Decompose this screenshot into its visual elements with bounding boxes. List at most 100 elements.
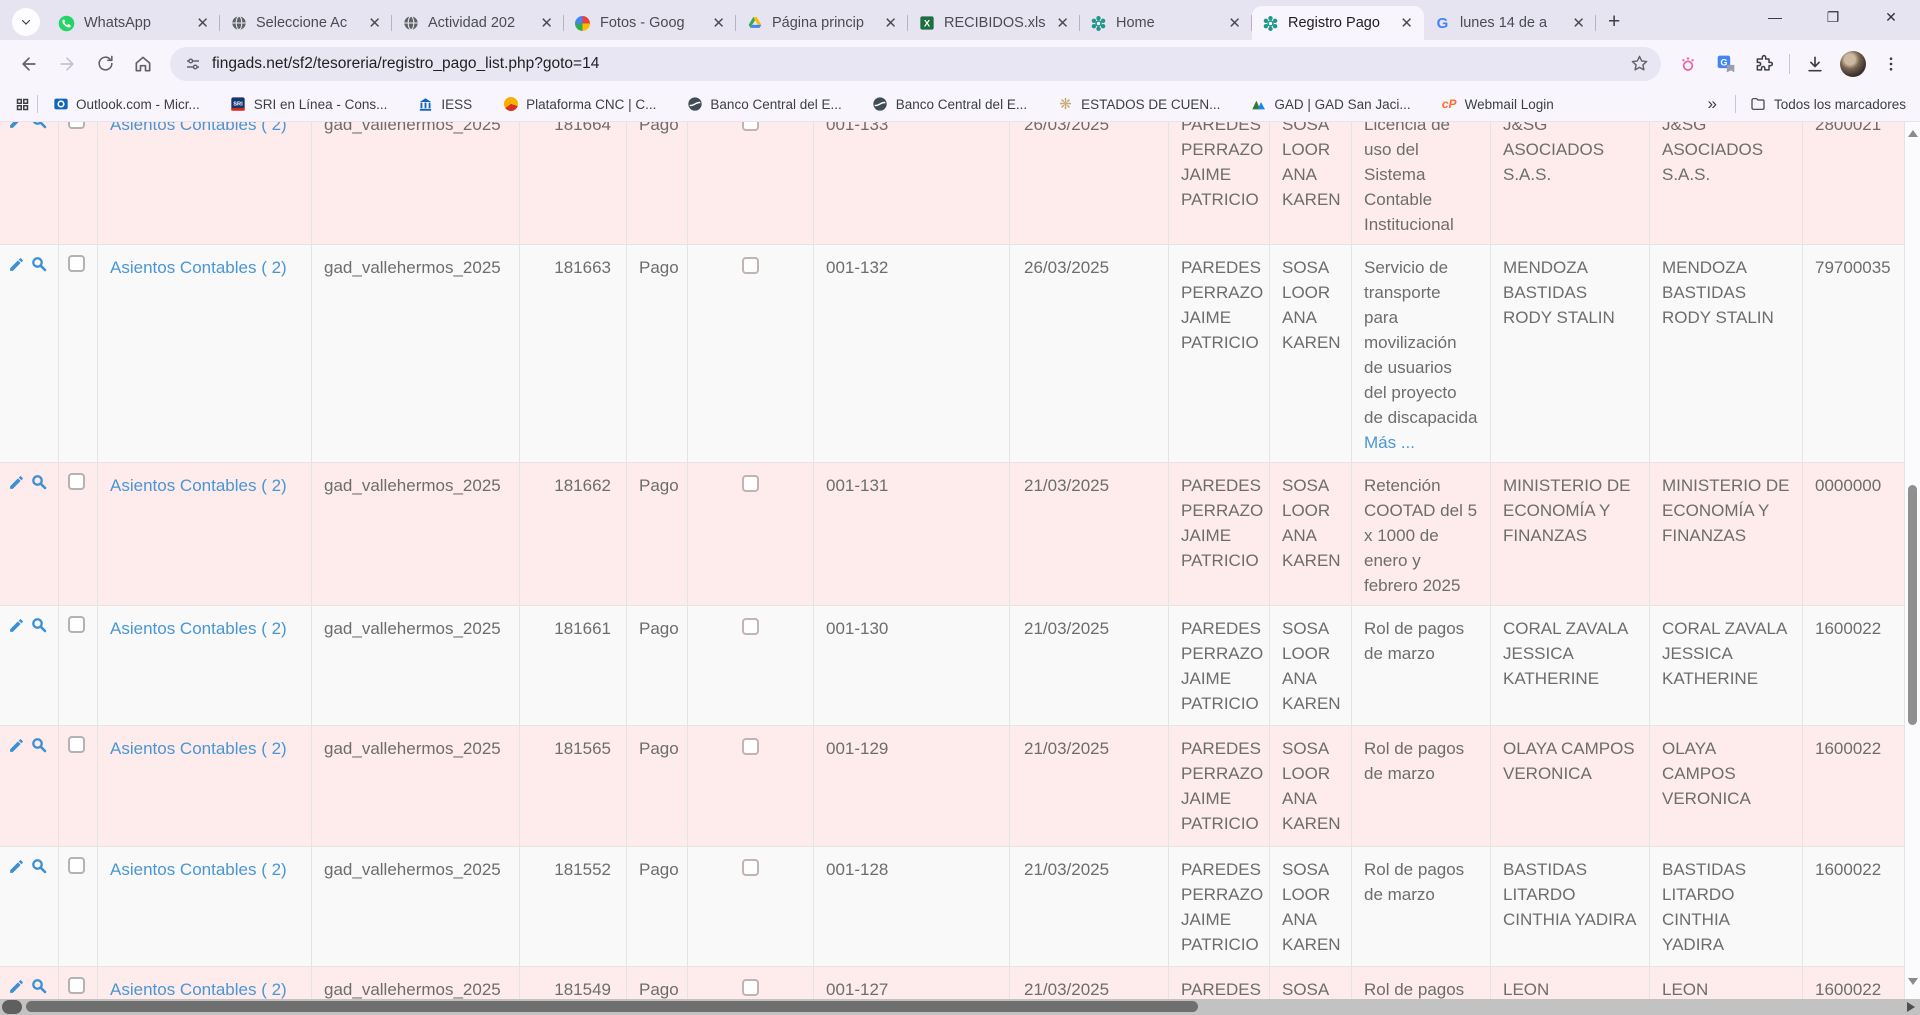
bookmark-webmail[interactable]: cP Webmail Login xyxy=(1441,96,1554,113)
bookmark-gad[interactable]: GAD | GAD San Jaci... xyxy=(1250,96,1410,113)
row-checkbox[interactable] xyxy=(68,736,85,753)
scroll-up-arrow-icon[interactable] xyxy=(1908,130,1918,137)
tab-close-icon[interactable]: ✕ xyxy=(193,15,212,32)
asientos-contables-link[interactable]: Asientos Contables ( 2) xyxy=(110,980,287,999)
view-magnifier-icon[interactable] xyxy=(30,255,48,273)
edit-pencil-icon[interactable] xyxy=(8,122,25,130)
edit-pencil-icon[interactable] xyxy=(8,474,25,491)
new-tab-button[interactable]: + xyxy=(1596,10,1632,40)
flag-checkbox[interactable] xyxy=(742,257,759,274)
flag-checkbox[interactable] xyxy=(742,618,759,635)
extensions-puzzle-icon[interactable] xyxy=(1745,45,1783,83)
row-checkbox[interactable] xyxy=(68,122,85,129)
tab-registro-pago-active[interactable]: Registro Pago ✕ xyxy=(1252,6,1424,40)
scroll-left-arrow-icon[interactable] xyxy=(2,1000,22,1014)
row-checkbox[interactable] xyxy=(68,616,85,633)
tab-close-icon[interactable]: ✕ xyxy=(365,15,384,32)
company-cell: gad_vallehermos_2025 xyxy=(324,736,507,761)
all-bookmarks-button[interactable]: Todos los marcadores xyxy=(1750,96,1906,113)
bookmark-banco-central-2[interactable]: Banco Central del E... xyxy=(872,96,1027,113)
view-magnifier-icon[interactable] xyxy=(30,857,48,875)
tab-search-button[interactable] xyxy=(12,8,40,36)
horizontal-scrollbar-thumb[interactable] xyxy=(26,1001,1198,1012)
apps-grid-icon[interactable] xyxy=(14,96,31,113)
tab-close-icon[interactable]: ✕ xyxy=(881,15,900,32)
flag-checkbox[interactable] xyxy=(742,859,759,876)
asientos-contables-link[interactable]: Asientos Contables ( 2) xyxy=(110,739,287,758)
tab-lunes[interactable]: G lunes 14 de a ✕ xyxy=(1424,6,1596,40)
cpanel-icon: cP xyxy=(1441,96,1458,113)
close-window-button[interactable]: ✕ xyxy=(1862,0,1920,34)
tab-close-icon[interactable]: ✕ xyxy=(1397,15,1416,32)
horizontal-scrollbar[interactable] xyxy=(0,999,1920,1015)
tab-seleccione[interactable]: Seleccione Ac ✕ xyxy=(220,6,392,40)
view-magnifier-icon[interactable] xyxy=(30,736,48,754)
tab-close-icon[interactable]: ✕ xyxy=(709,15,728,32)
recibo-cell: 001-129 xyxy=(826,736,997,761)
home-button[interactable] xyxy=(124,45,162,83)
address-bar[interactable]: fingads.net/sf2/tesoreria/registro_pago_… xyxy=(170,47,1661,81)
row-checkbox[interactable] xyxy=(68,255,85,272)
bookmarks-divider xyxy=(37,95,38,113)
pink-extension-icon[interactable] xyxy=(1669,45,1707,83)
minimize-button[interactable]: — xyxy=(1746,0,1804,34)
view-magnifier-icon[interactable] xyxy=(30,616,48,634)
menu-kebab-icon[interactable] xyxy=(1872,45,1910,83)
tab-recibidos[interactable]: X RECIBIDOS.xls ✕ xyxy=(908,6,1080,40)
descripcion-cell: Rol de pagos xyxy=(1364,977,1478,999)
view-magnifier-icon[interactable] xyxy=(30,977,48,995)
site-info-icon[interactable] xyxy=(184,55,202,73)
tab-actividad[interactable]: Actividad 202 ✕ xyxy=(392,6,564,40)
edit-pencil-icon[interactable] xyxy=(8,737,25,754)
maximize-button[interactable]: ❐ xyxy=(1804,0,1862,34)
view-magnifier-icon[interactable] xyxy=(30,122,48,130)
edit-pencil-icon[interactable] xyxy=(8,617,25,634)
table-row: Asientos Contables ( 2) gad_vallehermos_… xyxy=(0,463,1905,606)
tab-close-icon[interactable]: ✕ xyxy=(537,15,556,32)
bookmarks-overflow-chevron[interactable]: » xyxy=(1707,94,1716,114)
tab-pagina-principal[interactable]: Página princip ✕ xyxy=(736,6,908,40)
profile-avatar[interactable] xyxy=(1834,45,1872,83)
asientos-contables-link[interactable]: Asientos Contables ( 2) xyxy=(110,619,287,638)
bookmark-star-icon[interactable] xyxy=(1630,54,1649,73)
svg-text:X: X xyxy=(923,18,930,28)
forward-button[interactable] xyxy=(48,45,86,83)
row-checkbox[interactable] xyxy=(68,977,85,994)
reload-button[interactable] xyxy=(86,45,124,83)
view-magnifier-icon[interactable] xyxy=(30,473,48,491)
flag-checkbox[interactable] xyxy=(742,475,759,492)
bookmark-outlook[interactable]: Outlook.com - Micr... xyxy=(52,96,200,113)
bookmark-sri[interactable]: SRI SRI en Línea - Cons... xyxy=(230,96,388,113)
bookmark-banco-central-1[interactable]: Banco Central del E... xyxy=(686,96,841,113)
tab-fotos[interactable]: Fotos - Goog ✕ xyxy=(564,6,736,40)
downloads-icon[interactable] xyxy=(1796,45,1834,83)
back-button[interactable] xyxy=(10,45,48,83)
scroll-right-arrow-icon[interactable] xyxy=(1907,1002,1915,1012)
edit-pencil-icon[interactable] xyxy=(8,978,25,995)
translate-icon[interactable]: G xyxy=(1707,45,1745,83)
tab-close-icon[interactable]: ✕ xyxy=(1569,15,1588,32)
flag-checkbox[interactable] xyxy=(742,738,759,755)
flag-checkbox[interactable] xyxy=(742,979,759,996)
vertical-scrollbar[interactable] xyxy=(1905,122,1920,999)
url-text[interactable]: fingads.net/sf2/tesoreria/registro_pago_… xyxy=(212,55,1630,73)
mas-link[interactable]: Más ... xyxy=(1364,433,1415,452)
bookmark-estados-cuenta[interactable]: ❋ ESTADOS DE CUEN... xyxy=(1057,96,1220,113)
asientos-contables-link[interactable]: Asientos Contables ( 2) xyxy=(110,258,287,277)
flag-checkbox[interactable] xyxy=(742,122,759,131)
asientos-contables-link[interactable]: Asientos Contables ( 2) xyxy=(110,122,287,134)
tab-whatsapp[interactable]: WhatsApp ✕ xyxy=(48,6,220,40)
row-checkbox[interactable] xyxy=(68,857,85,874)
asientos-contables-link[interactable]: Asientos Contables ( 2) xyxy=(110,476,287,495)
tab-close-icon[interactable]: ✕ xyxy=(1053,15,1072,32)
asientos-contables-link[interactable]: Asientos Contables ( 2) xyxy=(110,860,287,879)
bookmark-iess[interactable]: IESS xyxy=(417,96,472,113)
edit-pencil-icon[interactable] xyxy=(8,858,25,875)
row-checkbox[interactable] xyxy=(68,473,85,490)
tab-close-icon[interactable]: ✕ xyxy=(1225,15,1244,32)
tab-home[interactable]: Home ✕ xyxy=(1080,6,1252,40)
bookmark-cnc[interactable]: Plataforma CNC | C... xyxy=(502,96,656,113)
edit-pencil-icon[interactable] xyxy=(8,256,25,273)
vertical-scrollbar-thumb[interactable] xyxy=(1908,485,1917,725)
scroll-down-arrow-icon[interactable] xyxy=(1908,978,1918,985)
